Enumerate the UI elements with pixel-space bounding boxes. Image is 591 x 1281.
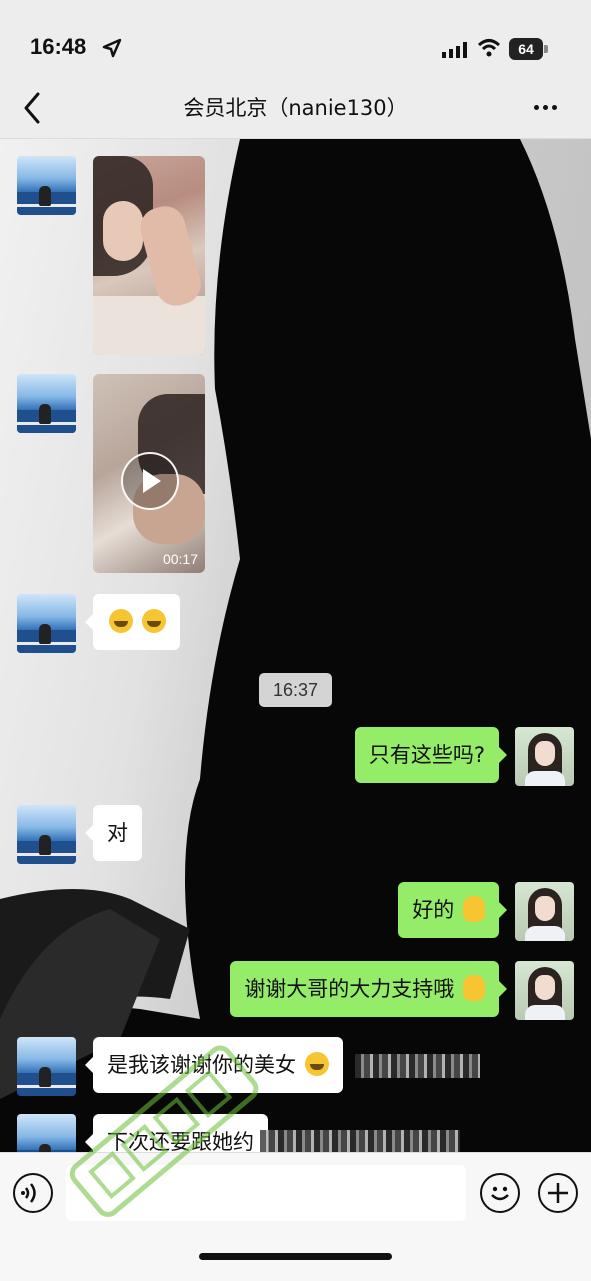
redacted-region xyxy=(355,1054,480,1078)
my-avatar[interactable] xyxy=(515,882,574,941)
victory-hand-emoji-icon xyxy=(463,975,485,1001)
battery-nub xyxy=(544,45,548,53)
my-text-message[interactable]: 好的 xyxy=(398,882,507,938)
emoji-smile-icon[interactable] xyxy=(480,1173,520,1213)
home-indicator xyxy=(199,1253,392,1260)
my-avatar[interactable] xyxy=(515,961,574,1020)
message-text: 只有这些吗? xyxy=(368,743,485,767)
contact-avatar[interactable] xyxy=(17,805,76,864)
my-text-message[interactable]: 谢谢大哥的大力支持哦 xyxy=(230,961,507,1017)
emoji-message[interactable] xyxy=(85,594,180,650)
message-input[interactable] xyxy=(66,1165,466,1221)
redacted-region xyxy=(260,1130,460,1152)
timestamp: 16:37 xyxy=(259,673,332,707)
my-text-message[interactable]: 只有这些吗? xyxy=(354,727,508,783)
status-bar: 16:48 64 xyxy=(0,0,591,80)
chat-header: 会员北京（nanie130） xyxy=(0,80,591,139)
chat-area[interactable]: 00:17 16:37 只有这些吗? 对 好的 谢谢大哥的大力支持哦 是我该谢谢… xyxy=(0,139,591,1152)
more-dots-icon[interactable] xyxy=(532,96,566,120)
wifi-icon xyxy=(477,39,501,57)
contact-avatar[interactable] xyxy=(17,1114,76,1152)
video-duration: 00:17 xyxy=(162,551,198,567)
chat-title: 会员北京（nanie130） xyxy=(183,96,408,120)
laughing-emoji-icon xyxy=(304,1052,329,1076)
contact-avatar[interactable] xyxy=(17,1037,76,1096)
message-text: 好的 xyxy=(412,898,455,922)
message-text: 下次还要跟她约 xyxy=(107,1130,254,1152)
voice-icon[interactable] xyxy=(13,1173,53,1213)
image-message[interactable] xyxy=(93,156,205,355)
location-arrow-icon xyxy=(102,38,122,58)
input-bar xyxy=(0,1152,591,1281)
contact-text-message[interactable]: 是我该谢谢你的美女 xyxy=(85,1037,343,1093)
contact-avatar[interactable] xyxy=(17,374,76,433)
laughing-emoji-icon xyxy=(141,609,166,633)
status-time: 16:48 xyxy=(30,34,87,59)
contact-text-message[interactable]: 对 xyxy=(85,805,142,861)
play-icon[interactable] xyxy=(121,452,179,510)
ok-hand-emoji-icon xyxy=(463,896,485,922)
video-message[interactable]: 00:17 xyxy=(93,374,205,573)
signal-icon xyxy=(442,42,467,58)
contact-avatar[interactable] xyxy=(17,156,76,215)
message-text: 是我该谢谢你的美女 xyxy=(107,1053,296,1077)
laughing-emoji-icon xyxy=(109,609,133,633)
contact-text-message[interactable]: 下次还要跟她约 xyxy=(85,1114,268,1152)
my-avatar[interactable] xyxy=(515,727,574,786)
battery-icon: 64 xyxy=(509,38,543,60)
message-text: 谢谢大哥的大力支持哦 xyxy=(244,977,455,1001)
plus-circle-icon[interactable] xyxy=(538,1173,578,1213)
contact-avatar[interactable] xyxy=(17,594,76,653)
message-text: 对 xyxy=(107,821,128,845)
